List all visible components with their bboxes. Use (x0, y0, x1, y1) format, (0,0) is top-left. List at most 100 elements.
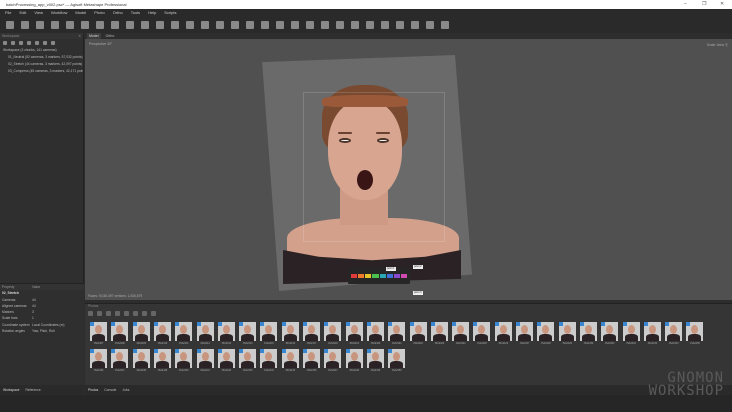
photo-thumbnail[interactable] (388, 349, 406, 368)
photo-thumbnail[interactable] (90, 349, 107, 368)
close-panel-icon[interactable]: ✕ (78, 33, 81, 39)
photo-thumbnail[interactable] (260, 349, 278, 368)
redo-icon[interactable] (66, 21, 74, 29)
delete-icon[interactable] (171, 21, 179, 29)
photo-thumbnail[interactable] (175, 322, 193, 341)
photo-thumbnail[interactable] (579, 322, 597, 341)
undo-icon[interactable] (51, 21, 59, 29)
photo-thumbnail[interactable] (239, 349, 257, 368)
region-icon[interactable] (246, 21, 254, 29)
menu-ortho[interactable]: Ortho (113, 9, 123, 17)
new-icon[interactable] (6, 21, 14, 29)
photo-thumbnail[interactable] (303, 322, 320, 341)
photo-thumbnail[interactable] (281, 322, 299, 341)
tiled-icon[interactable] (351, 21, 359, 29)
add-chunk-icon[interactable] (3, 41, 7, 45)
tab-photos[interactable]: Photos (88, 385, 98, 395)
photo-thumbnail[interactable] (132, 322, 150, 341)
photo-thumbnail[interactable] (217, 349, 235, 368)
menu-tools[interactable]: Tools (131, 9, 140, 17)
photo-thumbnail[interactable] (601, 322, 619, 341)
rotate-icon[interactable] (261, 21, 269, 29)
rotate-right-icon[interactable] (97, 311, 102, 316)
photo-thumbnail[interactable] (366, 322, 384, 341)
tab-ortho[interactable]: Ortho (104, 33, 117, 39)
resize-region-icon[interactable] (111, 21, 119, 29)
move-icon[interactable] (231, 21, 239, 29)
photo-thumbnail[interactable] (111, 322, 129, 341)
photo-thumbnail[interactable] (622, 322, 640, 341)
menu-help[interactable]: Help (148, 9, 156, 17)
menu-model[interactable]: Model (75, 9, 86, 17)
points-icon[interactable] (291, 21, 299, 29)
marker-label[interactable]: point 2 (413, 265, 423, 269)
menu-edit[interactable]: Edit (19, 9, 26, 17)
menu-photo[interactable]: Photo (94, 9, 104, 17)
save-icon[interactable] (36, 21, 44, 29)
maximize-button[interactable]: ❐ (702, 0, 706, 9)
tab-model[interactable]: Model (87, 33, 101, 39)
photo-thumbnail[interactable] (303, 349, 320, 368)
menu-scripts[interactable]: Scripts (164, 9, 176, 17)
tab-console[interactable]: Console (104, 385, 116, 395)
photo-thumbnail[interactable] (643, 322, 661, 341)
photo-thumbnail[interactable] (409, 322, 427, 341)
images-icon[interactable] (426, 21, 434, 29)
marker-icon[interactable] (27, 41, 31, 45)
photo-thumbnail[interactable] (388, 322, 406, 341)
open-icon[interactable] (21, 21, 29, 29)
texture-icon[interactable] (336, 21, 344, 29)
photo-thumbnail[interactable] (345, 322, 363, 341)
chunk-item[interactable]: 02_Stretch (44 cameras, 3 markers, 42,09… (0, 61, 83, 68)
chunk-item[interactable]: 01_Neutral (52 cameras, 3 markers, 57,03… (0, 54, 83, 61)
photo-thumbnail[interactable] (345, 349, 363, 368)
photo-thumbnail[interactable] (324, 349, 342, 368)
menu-view[interactable]: View (34, 9, 43, 17)
photo-thumbnail[interactable] (366, 349, 384, 368)
photo-thumbnail[interactable] (516, 322, 533, 341)
scale-bar-icon[interactable] (156, 21, 164, 29)
photo-thumbnail[interactable] (196, 322, 214, 341)
grid-icon[interactable] (366, 21, 374, 29)
tab-workspace[interactable]: Workspace (3, 385, 19, 395)
photo-thumbnail[interactable] (281, 349, 299, 368)
flag-icon[interactable] (411, 21, 419, 29)
zoom-out-icon[interactable] (216, 21, 224, 29)
photo-thumbnail[interactable] (260, 322, 278, 341)
photo-thumbnail[interactable] (324, 322, 342, 341)
tab-jobs[interactable]: Jobs (122, 385, 129, 395)
workspace-root[interactable]: Workspace (3 chunks, 141 cameras) (0, 47, 83, 54)
remove-icon[interactable] (51, 41, 55, 45)
photo-thumbnail[interactable] (90, 322, 107, 341)
photo-thumbnail[interactable] (494, 322, 512, 341)
photo-thumbnail[interactable] (239, 322, 257, 341)
rotate-left-icon[interactable] (88, 311, 93, 316)
photo-thumbnail[interactable] (132, 349, 150, 368)
marker-label[interactable]: point 3 (413, 291, 423, 295)
minimize-button[interactable]: – (684, 0, 687, 9)
crop-icon[interactable] (186, 21, 194, 29)
disable-icon[interactable] (43, 41, 47, 45)
close-button[interactable]: ✕ (720, 0, 724, 9)
ruler-icon[interactable] (141, 21, 149, 29)
rect-select-icon[interactable] (96, 21, 104, 29)
mask-icon[interactable] (133, 311, 138, 316)
marker-label[interactable]: point 1 (386, 267, 396, 271)
photo-thumbnail[interactable] (665, 322, 683, 341)
photo-thumbnail[interactable] (217, 322, 235, 341)
photo-thumbnail[interactable] (473, 322, 491, 341)
markers-icon[interactable] (321, 21, 329, 29)
enable-icon[interactable] (115, 311, 120, 316)
disable-icon[interactable] (124, 311, 129, 316)
photo-thumbnail[interactable] (558, 322, 576, 341)
navigate-icon[interactable] (81, 21, 89, 29)
photo-thumbnail[interactable] (153, 322, 171, 341)
remove-icon[interactable] (106, 311, 111, 316)
camera-view-icon[interactable] (381, 21, 389, 29)
shading-icon[interactable] (276, 21, 284, 29)
menu-file[interactable]: File (5, 9, 11, 17)
tab-reference[interactable]: Reference (25, 385, 40, 395)
add-folder-icon[interactable] (19, 41, 23, 45)
photo-thumbnail[interactable] (175, 349, 193, 368)
view-mode-icon[interactable] (151, 311, 156, 316)
